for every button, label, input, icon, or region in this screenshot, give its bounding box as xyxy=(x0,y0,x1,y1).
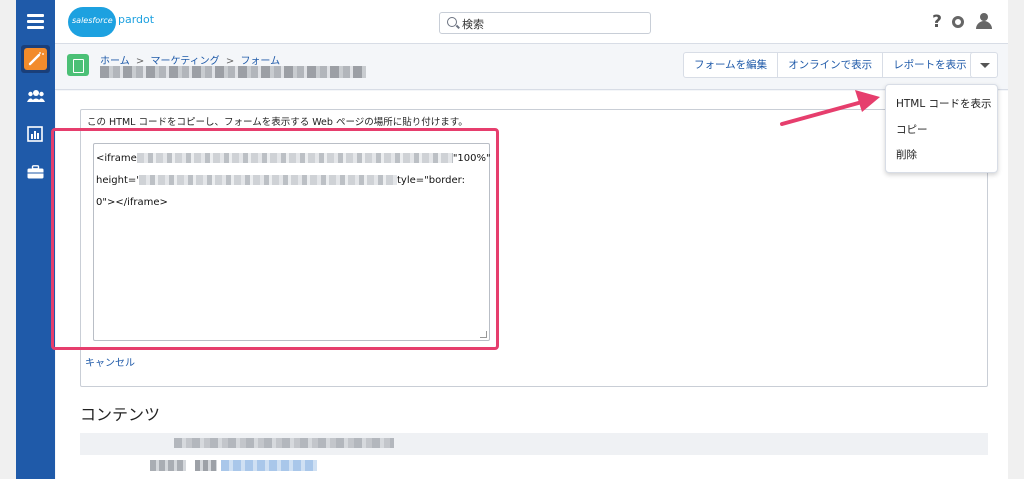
cancel-link[interactable]: キャンセル xyxy=(85,354,135,369)
top-header: salesforce pardot 検索 ? xyxy=(55,0,1008,44)
redacted-text xyxy=(150,460,186,471)
user-icon[interactable] xyxy=(976,12,992,30)
users-icon xyxy=(27,90,45,102)
contents-heading: コンテンツ xyxy=(80,405,161,424)
search-icon xyxy=(447,17,457,27)
action-button-group: フォームを編集 オンラインで表示 レポートを表示 xyxy=(683,52,978,78)
view-report-button[interactable]: レポートを表示 xyxy=(883,53,977,77)
table-row xyxy=(80,433,988,455)
gear-icon[interactable] xyxy=(952,16,964,28)
redacted-text xyxy=(174,438,394,448)
search-input[interactable]: 検索 xyxy=(439,12,651,34)
edit-form-button[interactable]: フォームを編集 xyxy=(684,53,779,77)
page-header: ホーム > マーケティング > フォーム フォームを編集 オンラインで表示 レポ… xyxy=(55,44,1008,90)
bar-chart-icon xyxy=(27,126,43,142)
redacted-link[interactable] xyxy=(221,460,317,471)
breadcrumb: ホーム > マーケティング > フォーム xyxy=(100,52,280,67)
sidebar-item-reports[interactable] xyxy=(27,126,43,146)
sidebar-item-admin[interactable] xyxy=(27,165,44,184)
salesforce-logo[interactable]: salesforce xyxy=(68,7,116,37)
view-online-button[interactable]: オンラインで表示 xyxy=(778,53,884,77)
form-icon xyxy=(67,54,89,76)
table-row xyxy=(80,455,988,477)
search-placeholder: 検索 xyxy=(462,18,484,31)
menu-item-view-html[interactable]: HTML コードを表示 xyxy=(896,96,992,111)
pardot-logo-text: pardot xyxy=(118,13,155,26)
more-actions-menu: HTML コードを表示 コピー 削除 xyxy=(885,84,998,173)
page-title-redacted xyxy=(100,66,366,78)
sidebar-item-prospects[interactable] xyxy=(27,88,45,108)
menu-item-delete[interactable]: 削除 xyxy=(896,147,917,162)
menu-item-copy[interactable]: コピー xyxy=(896,122,928,137)
menu-icon[interactable] xyxy=(27,14,44,29)
more-actions-button[interactable] xyxy=(970,52,998,78)
highlight-box xyxy=(51,128,499,350)
redacted-text xyxy=(195,460,217,471)
help-icon[interactable]: ? xyxy=(932,12,942,32)
sidebar-item-marketing[interactable] xyxy=(21,45,50,73)
left-nav-rail xyxy=(16,0,55,479)
instruction-text: この HTML コードをコピーし、フォームを表示する Web ページの場所に貼り… xyxy=(87,117,468,128)
wand-icon xyxy=(24,48,47,70)
briefcase-icon xyxy=(27,165,44,179)
